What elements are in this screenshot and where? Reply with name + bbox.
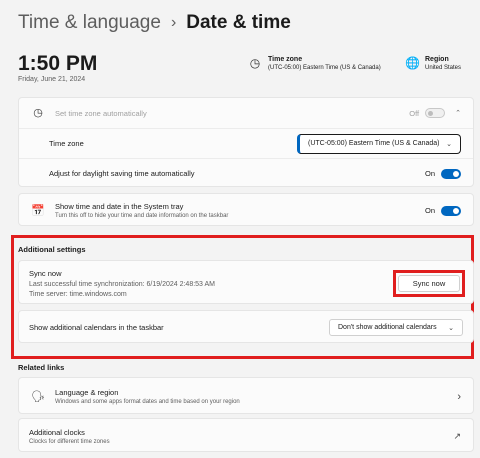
calendar-clock-icon: 📅 (31, 204, 45, 217)
additional-clocks-row: Additional clocks Clocks for different t… (19, 419, 473, 453)
external-link-icon: ↗ (453, 430, 461, 441)
auto-timezone-row: ◷ Set time zone automatically Off ⌃ (19, 98, 473, 128)
breadcrumb-parent[interactable]: Time & language (18, 12, 161, 34)
additional-settings-title: Additional settings (18, 245, 86, 254)
system-tray-toggle[interactable] (441, 205, 461, 216)
calendars-label: Show additional calendars in the taskbar (29, 323, 164, 332)
dst-toggle[interactable] (441, 168, 461, 179)
auto-timezone-label: Set time zone automatically (55, 108, 147, 118)
sync-now-button[interactable]: Sync now (398, 275, 460, 292)
calendars-card: Show additional calendars in the taskbar… (18, 310, 474, 343)
language-region-row: 🗣 Language & region Windows and some app… (19, 378, 473, 415)
sync-time-server: Time server: time.windows.com (29, 290, 127, 298)
language-region-title: Language & region (55, 388, 119, 397)
current-date: Friday, June 21, 2024 (18, 76, 86, 83)
region-summary-title: Region (425, 56, 449, 63)
dst-label: Adjust for daylight saving time automati… (49, 169, 195, 178)
clock-globe-icon: ◷ (249, 56, 261, 70)
additional-clocks-link[interactable]: Additional clocks Clocks for different t… (18, 418, 474, 452)
language-region-description: Windows and some apps format dates and t… (55, 399, 240, 405)
additional-clocks-title: Additional clocks (29, 427, 85, 437)
globe-icon: 🌐 (405, 56, 420, 70)
time-zone-summary-title: Time zone (268, 56, 303, 63)
calendars-row: Show additional calendars in the taskbar… (19, 311, 473, 344)
time-zone-dropdown-value: (UTC-05:00) Eastern Time (US & Canada) (308, 140, 440, 147)
breadcrumb: Time & language › Date & time (18, 12, 291, 34)
time-zone-summary: ◷ Time zone (UTC-05:00) Eastern Time (US… (248, 56, 381, 71)
region-summary: 🌐 Region United States (405, 56, 461, 71)
language-icon: 🗣 (31, 390, 45, 403)
calendars-dropdown[interactable]: Don't show additional calendars ⌄ (329, 319, 463, 336)
time-zone-row: Time zone (UTC-05:00) Eastern Time (US &… (19, 128, 473, 158)
region-summary-value: United States (425, 65, 462, 71)
time-zone-label: Time zone (49, 139, 84, 148)
chevron-right-icon: › (457, 390, 461, 403)
related-links-title: Related links (18, 363, 65, 372)
sync-title: Sync now (29, 268, 62, 278)
system-tray-row: 📅 Show time and date in the System tray … (19, 194, 473, 227)
time-zone-settings-card: ◷ Set time zone automatically Off ⌃ Time… (18, 97, 474, 187)
chevron-up-icon[interactable]: ⌃ (455, 109, 461, 117)
auto-timezone-toggle[interactable] (425, 108, 446, 118)
system-tray-state: On (424, 206, 435, 215)
current-time: 1:50 PM (18, 52, 98, 75)
breadcrumb-separator: › (170, 14, 177, 31)
system-tray-description: Turn this off to hide your time and date… (55, 213, 229, 219)
dst-row: Adjust for daylight saving time automati… (19, 158, 473, 188)
sync-last-success: Last successful time synchronization: 6/… (29, 280, 215, 288)
language-region-link[interactable]: 🗣 Language & region Windows and some app… (18, 377, 474, 414)
additional-clocks-description: Clocks for different time zones (29, 438, 110, 445)
time-zone-summary-value: (UTC-05:00) Eastern Time (US & Canada) (268, 65, 381, 71)
auto-timezone-state: Off (409, 108, 420, 118)
calendars-dropdown-value: Don't show additional calendars (338, 324, 437, 331)
chevron-down-icon: ⌄ (448, 324, 454, 332)
system-tray-card: 📅 Show time and date in the System tray … (18, 193, 474, 226)
page-title: Date & time (186, 12, 291, 33)
system-tray-label: Show time and date in the System tray (55, 202, 184, 211)
dst-state: On (424, 169, 435, 178)
timezone-auto-icon: ◷ (33, 107, 43, 119)
chevron-down-icon: ⌄ (446, 140, 452, 148)
time-zone-dropdown[interactable]: (UTC-05:00) Eastern Time (US & Canada) ⌄ (297, 133, 461, 154)
